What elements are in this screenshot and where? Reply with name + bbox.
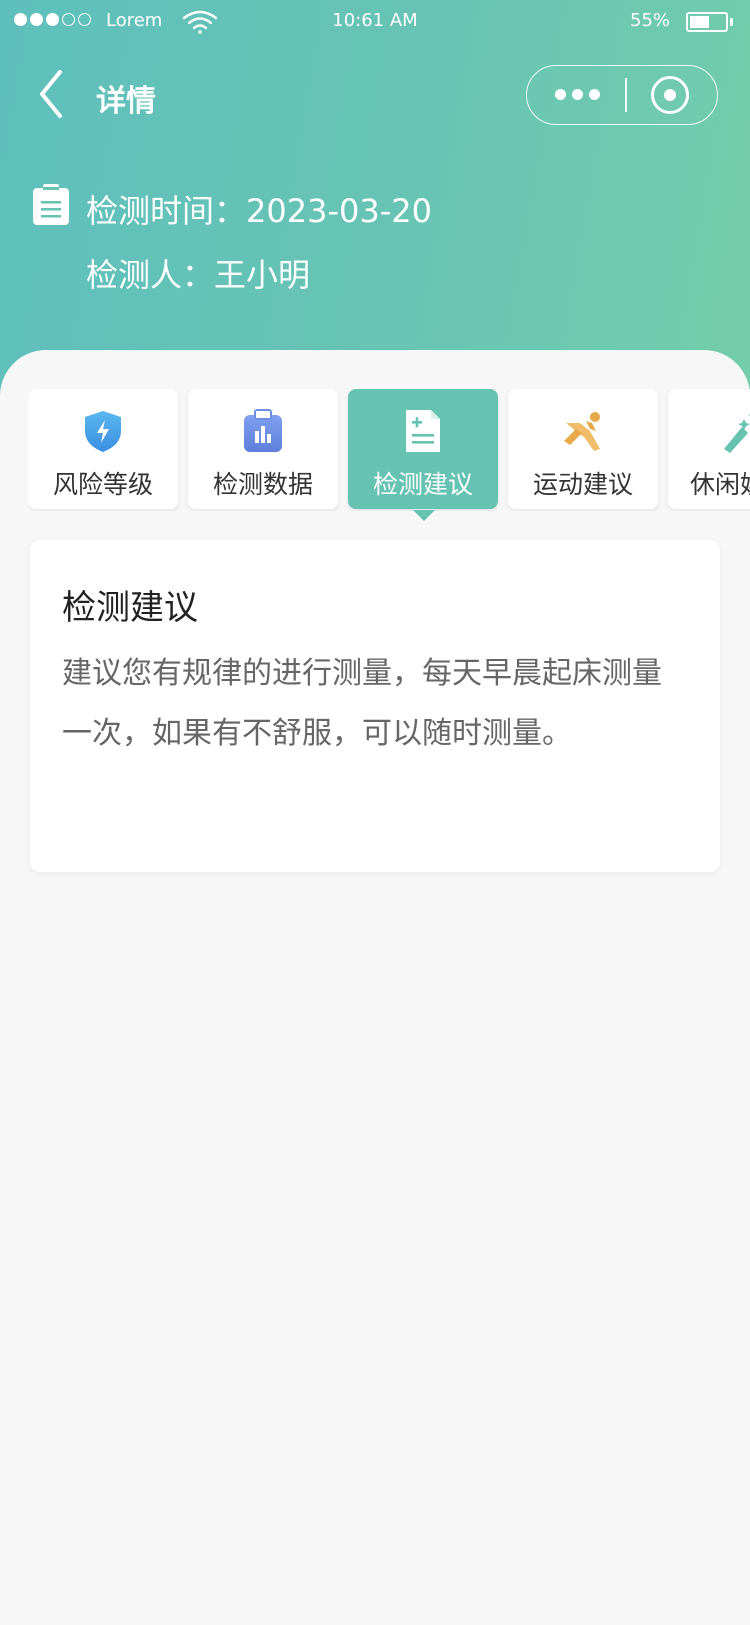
tab-label: 运动建议 [532,470,633,499]
more-button[interactable] [547,66,607,123]
tab-detect-data[interactable]: 检测数据 [188,389,338,509]
tab-leisure[interactable]: 休闲娱 [668,389,750,509]
mini-program-capsule [526,65,718,125]
detect-time: 检测时间：2023-03-20 [86,192,432,230]
battery-level [690,16,709,28]
tab-label: 检测数据 [212,470,313,499]
detect-person: 检测人：王小明 [86,256,311,294]
battery-nub [730,18,733,26]
battery-icon [686,12,728,32]
capsule-divider [625,78,627,112]
close-button[interactable] [651,76,689,114]
document-plus-icon [406,410,440,452]
tab-exercise-advice[interactable]: 运动建议 [508,389,658,509]
page-title: 详情 [96,84,156,119]
tab-label: 休闲娱 [690,470,750,499]
clipboard-chart-icon [244,409,282,452]
shield-bolt-icon [85,411,121,452]
tab-detect-advice[interactable]: 检测建议 [348,389,498,509]
tab-label: 风险等级 [52,470,153,499]
status-bar: Lorem 10:61 AM 55% [0,0,750,44]
runner-icon [564,412,600,451]
tab-bar: 风险等级 检测数据 检测建议 运动建议 休闲 [28,389,750,511]
advice-card: 检测建议 建议您有规律的进行测量，每天早晨起床测量一次，如果有不舒服，可以随时测… [30,540,720,872]
sparkle-wand-icon [724,414,750,453]
tab-risk-level[interactable]: 风险等级 [28,389,178,509]
clipboard-icon [33,184,69,225]
active-tab-pointer [413,510,435,521]
more-dots-icon [554,89,566,100]
card-title: 检测建议 [62,588,198,628]
battery-percent: 55% [630,10,671,31]
back-button[interactable] [30,66,74,122]
card-body: 建议您有规律的进行测量，每天早晨起床测量一次，如果有不舒服，可以随时测量。 [62,656,662,751]
tab-label: 检测建议 [372,470,473,499]
chevron-left-icon [40,70,62,118]
